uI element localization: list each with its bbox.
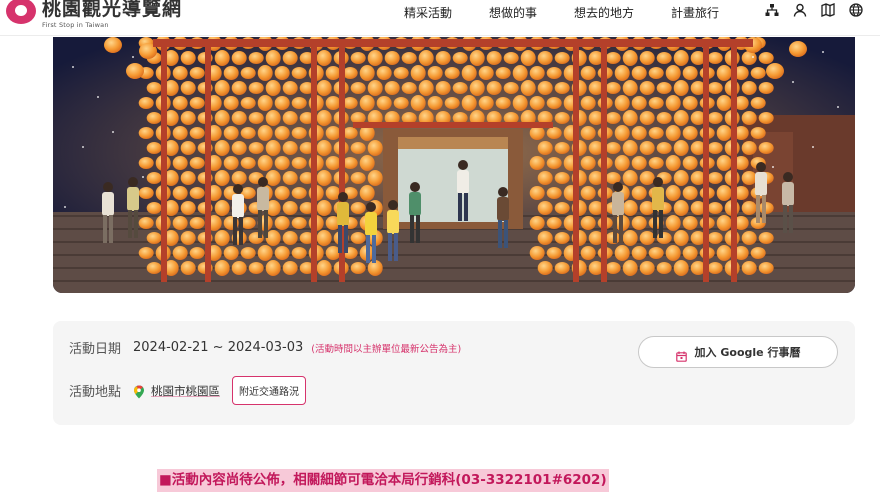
header-icons [764, 2, 864, 18]
site-header: 桃園觀光導覽網 First Stop in Taiwan 精采活動 想做的事 想… [0, 0, 880, 36]
lantern-festival-illustration [53, 37, 855, 293]
sitemap-icon[interactable] [764, 2, 780, 18]
nav-plan-trip[interactable]: 計畫旅行 [671, 4, 719, 21]
nav-events[interactable]: 精采活動 [404, 4, 452, 21]
logo-subtitle: First Stop in Taiwan [42, 21, 109, 29]
add-google-calendar-button[interactable]: 加入 Google 行事曆 [638, 336, 838, 368]
nav-things-to-do[interactable]: 想做的事 [489, 4, 537, 21]
event-date-row: 活動日期 2024-02-21 ~ 2024-03-03 (活動時間以主辦單位最… [69, 338, 461, 357]
calendar-icon [675, 347, 687, 362]
calendar-button-label: 加入 Google 行事曆 [694, 346, 801, 359]
nearby-traffic-button[interactable]: 附近交通路況 [232, 376, 306, 405]
site-logo[interactable]: 桃園觀光導覽網 First Stop in Taiwan [6, 0, 182, 29]
hero-image [53, 37, 855, 293]
logo-icon [6, 0, 36, 24]
event-date: 2024-02-21 ~ 2024-03-03 [133, 340, 304, 355]
location-label: 活動地點 [69, 385, 122, 400]
logo-title: 桃園觀光導覽網 [42, 0, 183, 20]
event-location-row: 活動地點 桃園市桃園區 附近交通路況 [69, 376, 306, 405]
date-note: (活動時間以主辦單位最新公告為主) [311, 343, 462, 355]
event-notice: ■活動內容尚待公佈，相關細節可電洽本局行銷科(03-3322101#6202) [157, 469, 609, 492]
main-nav: 精采活動 想做的事 想去的地方 計畫旅行 [404, 4, 719, 21]
user-icon[interactable] [792, 2, 808, 18]
location-link[interactable]: 桃園市桃園區 [151, 383, 220, 399]
nav-places[interactable]: 想去的地方 [574, 4, 634, 21]
map-pin-icon [133, 384, 145, 398]
globe-icon[interactable] [848, 2, 864, 18]
event-info-box: 活動日期 2024-02-21 ~ 2024-03-03 (活動時間以主辦單位最… [53, 321, 855, 425]
map-icon[interactable] [820, 2, 836, 18]
date-label: 活動日期 [69, 342, 122, 357]
